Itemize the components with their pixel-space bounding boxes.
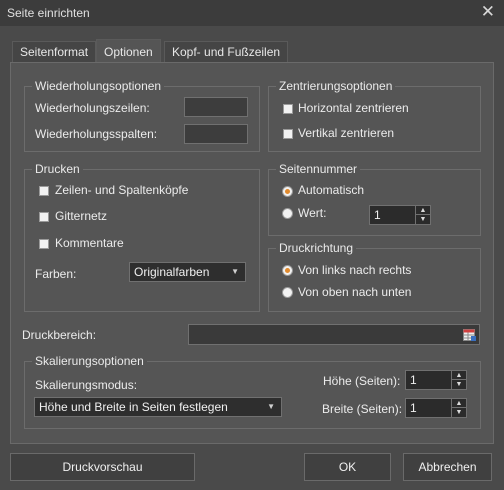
- window-title: Seite einrichten: [7, 6, 90, 20]
- print-legend: Drucken: [32, 162, 83, 176]
- print-group: Drucken Zeilen- und Spaltenköpfe Gittern…: [24, 162, 260, 312]
- tab-seitenformat[interactable]: Seitenformat: [12, 41, 97, 62]
- spin-down-icon[interactable]: ▼: [452, 408, 466, 417]
- direction-lr-radio[interactable]: [282, 265, 293, 276]
- page-number-spinner[interactable]: 1 ▲ ▼: [369, 205, 431, 225]
- headers-checkbox[interactable]: [39, 186, 49, 196]
- close-icon[interactable]: ✕: [481, 2, 495, 22]
- page-number-group: Seitennummer Automatisch Wert: 1 ▲ ▼: [268, 162, 481, 236]
- direction-legend: Druckrichtung: [276, 241, 357, 255]
- spin-down-icon[interactable]: ▼: [452, 380, 466, 389]
- comments-label[interactable]: Kommentare: [55, 236, 124, 250]
- ok-button[interactable]: OK: [304, 453, 391, 481]
- gridlines-label[interactable]: Gitternetz: [55, 209, 107, 223]
- value-radio[interactable]: [282, 208, 293, 219]
- repeat-cols-input[interactable]: [184, 124, 248, 144]
- colors-select[interactable]: Originalfarben ▼: [129, 262, 246, 282]
- scaling-mode-label: Skalierungsmodus:: [35, 378, 138, 392]
- print-area-input[interactable]: [188, 324, 480, 345]
- direction-lr-label[interactable]: Von links nach rechts: [298, 263, 411, 277]
- colors-label: Farben:: [35, 267, 77, 281]
- scaling-group: Skalierungsoptionen Skalierungsmodus: Hö…: [24, 354, 481, 429]
- print-preview-button[interactable]: Druckvorschau: [10, 453, 195, 481]
- direction-tb-radio[interactable]: [282, 287, 293, 298]
- repeat-cols-label: Wiederholungsspalten:: [35, 127, 158, 141]
- scaling-mode-select[interactable]: Höhe und Breite in Seiten festlegen ▼: [34, 397, 282, 417]
- value-label[interactable]: Wert:: [298, 206, 326, 220]
- spin-up-icon[interactable]: ▲: [416, 206, 430, 215]
- direction-tb-label[interactable]: Von oben nach unten: [298, 285, 411, 299]
- chevron-down-icon: ▼: [267, 402, 275, 411]
- page-number-legend: Seitennummer: [276, 162, 361, 176]
- height-pages-label: Höhe (Seiten):: [323, 374, 401, 388]
- centering-legend: Zentrierungsoptionen: [276, 79, 396, 93]
- range-picker-icon[interactable]: [463, 328, 477, 342]
- spin-up-icon[interactable]: ▲: [452, 399, 466, 408]
- headers-label[interactable]: Zeilen- und Spaltenköpfe: [55, 183, 188, 197]
- title-bar: Seite einrichten ✕: [0, 0, 504, 26]
- horizontal-center-label[interactable]: Horizontal zentrieren: [298, 101, 409, 115]
- print-area-label: Druckbereich:: [22, 328, 97, 342]
- spin-up-icon[interactable]: ▲: [452, 371, 466, 380]
- tab-optionen[interactable]: Optionen: [96, 39, 161, 63]
- tab-kopf-fusszeilen[interactable]: Kopf- und Fußzeilen: [164, 41, 289, 62]
- auto-radio[interactable]: [282, 186, 293, 197]
- vertical-center-label[interactable]: Vertikal zentrieren: [298, 126, 394, 140]
- repeat-rows-label: Wiederholungszeilen:: [35, 101, 150, 115]
- centering-group: Zentrierungsoptionen Horizontal zentrier…: [268, 79, 481, 152]
- repeat-group: Wiederholungsoptionen Wiederholungszeile…: [24, 79, 260, 152]
- horizontal-center-checkbox[interactable]: [283, 104, 293, 114]
- scaling-legend: Skalierungsoptionen: [32, 354, 147, 368]
- auto-label[interactable]: Automatisch: [298, 183, 364, 197]
- spin-down-icon[interactable]: ▼: [416, 215, 430, 224]
- repeat-rows-input[interactable]: [184, 97, 248, 117]
- width-pages-label: Breite (Seiten):: [322, 402, 403, 416]
- cancel-button[interactable]: Abbrechen: [403, 453, 492, 481]
- direction-group: Druckrichtung Von links nach rechts Von …: [268, 241, 481, 312]
- width-pages-spinner[interactable]: 1 ▲ ▼: [405, 398, 467, 418]
- options-panel: Wiederholungsoptionen Wiederholungszeile…: [10, 62, 494, 444]
- gridlines-checkbox[interactable]: [39, 212, 49, 222]
- chevron-down-icon: ▼: [231, 267, 239, 276]
- height-pages-spinner[interactable]: 1 ▲ ▼: [405, 370, 467, 390]
- vertical-center-checkbox[interactable]: [283, 129, 293, 139]
- repeat-legend: Wiederholungsoptionen: [32, 79, 165, 93]
- comments-checkbox[interactable]: [39, 239, 49, 249]
